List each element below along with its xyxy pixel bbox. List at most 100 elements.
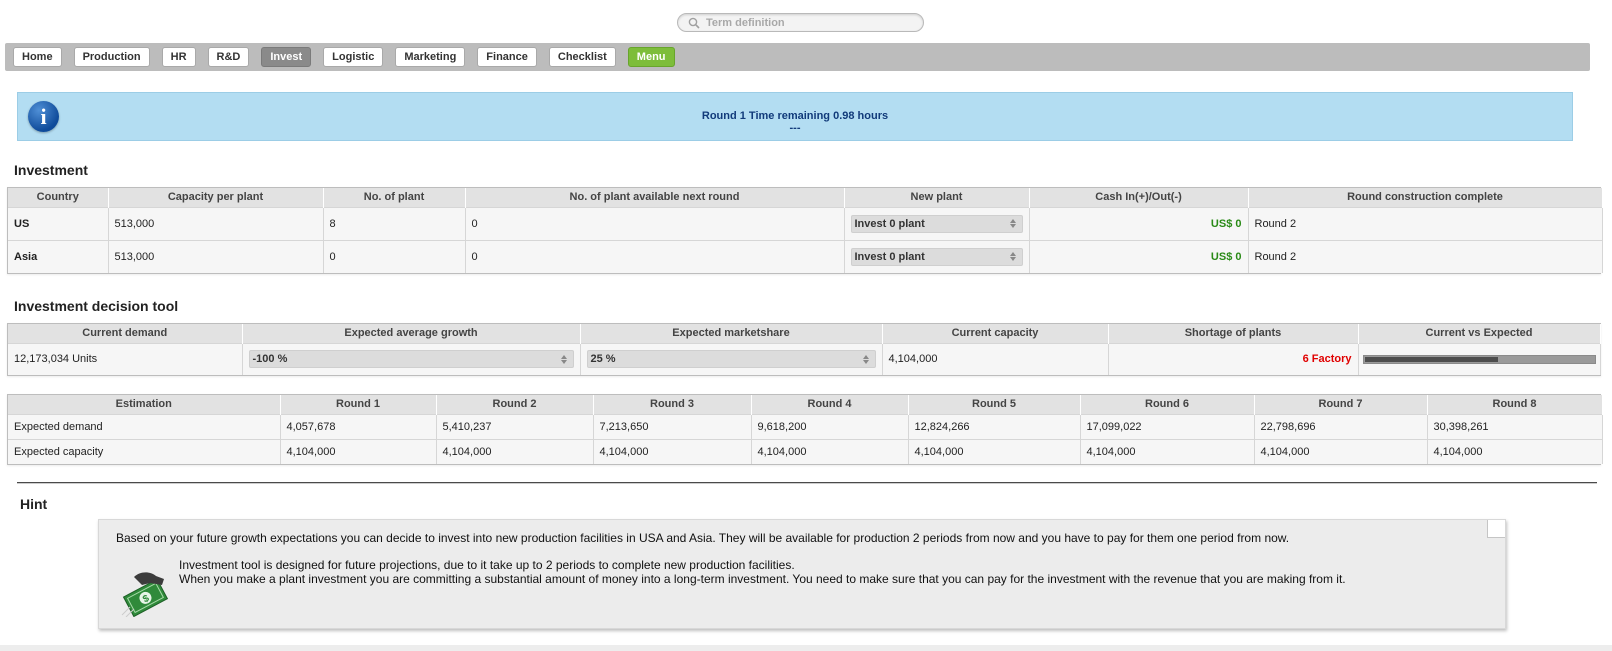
estimation-value: 22,798,696	[1254, 413, 1428, 439]
capacity-progress-fill	[1364, 356, 1499, 362]
money-hand-icon: $	[121, 572, 169, 617]
cash-cell: US$ 0	[1029, 206, 1249, 240]
col-estimation: Estimation	[8, 395, 281, 414]
col-round-4: Round 4	[751, 395, 909, 414]
menu-button[interactable]: Menu	[627, 47, 675, 67]
estimation-label: Expected demand	[8, 413, 281, 439]
expected-marketshare-select[interactable]: 25 %	[586, 350, 876, 369]
nav-logistic[interactable]: Logistic	[323, 47, 384, 67]
cash-value: US$ 0	[1210, 217, 1242, 230]
new-plant-cell: Invest 0 plant	[844, 239, 1030, 273]
estimation-value: 5,410,237	[436, 413, 594, 439]
select-value: Invest 0 plant	[854, 250, 925, 263]
table-row: Expected demand 4,057,678 5,410,237 7,21…	[8, 413, 1603, 439]
col-current-demand: Current demand	[8, 324, 243, 343]
decision-tool-title: Investment decision tool	[14, 298, 179, 314]
hint-details: Investment tool is designed for future p…	[179, 558, 1346, 586]
cash-cell: US$ 0	[1029, 239, 1249, 273]
capacity-cell: 513,000	[108, 239, 324, 273]
footer-strip	[0, 645, 1612, 651]
estimation-value: 12,824,266	[908, 413, 1081, 439]
estimation-value: 4,057,678	[280, 413, 437, 439]
col-expected-growth: Expected average growth	[242, 324, 581, 343]
table-row: US 513,000 8 0 Invest 0 plant US$ 0 Roun…	[8, 206, 1603, 240]
nav-hr[interactable]: HR	[161, 47, 196, 67]
estimation-value: 30,398,261	[1427, 413, 1603, 439]
estimation-value: 4,104,000	[436, 438, 594, 464]
select-value: 25 %	[590, 353, 616, 366]
col-round-8: Round 8	[1427, 395, 1603, 414]
estimation-value: 4,104,000	[1254, 438, 1428, 464]
hint-line: Investment tool is designed for future p…	[179, 558, 795, 572]
nav-rnd[interactable]: R&D	[207, 47, 250, 67]
estimation-label: Expected capacity	[8, 438, 281, 464]
round-info-banner: i Round 1 Time remaining 0.98 hours ---	[17, 92, 1573, 141]
col-current-capacity: Current capacity	[882, 324, 1109, 343]
estimation-value: 4,104,000	[908, 438, 1081, 464]
estimation-value: 17,099,022	[1080, 413, 1255, 439]
col-round-6: Round 6	[1080, 395, 1255, 414]
capacity-cell: 513,000	[108, 206, 324, 240]
growth-cell: -100 %	[242, 342, 581, 375]
hint-line: When you make a plant investment you are…	[179, 572, 1346, 586]
country-cell: Asia	[8, 239, 109, 273]
col-new-plant: New plant	[844, 188, 1030, 207]
new-plant-select-us[interactable]: Invest 0 plant	[850, 214, 1023, 233]
spinner-arrows-icon	[862, 354, 869, 364]
estimation-table: Estimation Round 1 Round 2 Round 3 Round…	[7, 394, 1603, 465]
current-vs-expected-cell	[1358, 342, 1601, 375]
hint-box: Based on your future growth expectations…	[98, 519, 1506, 629]
search-icon	[688, 17, 700, 29]
nav-production[interactable]: Production	[73, 47, 150, 67]
estimation-value: 4,104,000	[593, 438, 752, 464]
main-nav: Home Production HR R&D Invest Logistic M…	[5, 43, 1590, 71]
nav-checklist[interactable]: Checklist	[548, 47, 616, 67]
investment-table: Country Capacity per plant No. of plant …	[7, 187, 1603, 274]
shortage-cell: 6 Factory	[1108, 342, 1359, 375]
nav-marketing[interactable]: Marketing	[395, 47, 466, 67]
search-input[interactable]	[706, 16, 906, 29]
search-bar[interactable]	[677, 13, 924, 32]
spinner-arrows-icon	[1009, 219, 1016, 228]
nav-finance[interactable]: Finance	[477, 47, 537, 67]
col-round-7: Round 7	[1254, 395, 1428, 414]
col-round-complete: Round construction complete	[1248, 188, 1603, 207]
col-cash: Cash In(+)/Out(-)	[1029, 188, 1249, 207]
select-value: Invest 0 plant	[854, 217, 925, 230]
country-cell: US	[8, 206, 109, 240]
nav-home[interactable]: Home	[13, 47, 62, 67]
plants-cell: 0	[323, 239, 466, 273]
complete-cell: Round 2	[1248, 206, 1603, 240]
section-divider	[17, 482, 1597, 484]
spinner-arrows-icon	[560, 354, 567, 364]
expected-growth-select[interactable]: -100 %	[248, 350, 574, 369]
col-available-next-round: No. of plant available next round	[465, 188, 845, 207]
available-cell: 0	[465, 239, 845, 273]
current-demand-cell: 12,173,034 Units	[8, 342, 243, 375]
shortage-value: 6 Factory	[1302, 353, 1352, 366]
investment-header-row: Country Capacity per plant No. of plant …	[8, 188, 1603, 207]
col-capacity-per-plant: Capacity per plant	[108, 188, 324, 207]
round-timer-text: Round 1 Time remaining 0.98 hours ---	[18, 110, 1572, 134]
round-status-dashes: ---	[789, 122, 801, 134]
new-plant-select-asia[interactable]: Invest 0 plant	[850, 247, 1023, 266]
select-value: -100 %	[252, 353, 288, 366]
table-row: Expected capacity 4,104,000 4,104,000 4,…	[8, 438, 1603, 464]
estimation-value: 4,104,000	[1080, 438, 1255, 464]
cash-value: US$ 0	[1210, 250, 1242, 263]
decision-header-row: Current demand Expected average growth E…	[8, 324, 1601, 343]
col-round-2: Round 2	[436, 395, 594, 414]
table-row: 12,173,034 Units -100 % 25 % 4,104,000 6…	[8, 342, 1601, 375]
investment-title: Investment	[14, 162, 88, 178]
complete-cell: Round 2	[1248, 239, 1603, 273]
estimation-header-row: Estimation Round 1 Round 2 Round 3 Round…	[8, 395, 1603, 414]
decision-tool-table: Current demand Expected average growth E…	[7, 323, 1601, 376]
col-shortage: Shortage of plants	[1108, 324, 1359, 343]
nav-invest[interactable]: Invest	[261, 47, 312, 67]
marketshare-cell: 25 %	[580, 342, 883, 375]
col-round-1: Round 1	[280, 395, 437, 414]
col-expected-marketshare: Expected marketshare	[580, 324, 883, 343]
estimation-value: 4,104,000	[280, 438, 437, 464]
page-fold-icon	[1487, 520, 1505, 538]
estimation-value: 7,213,650	[593, 413, 752, 439]
